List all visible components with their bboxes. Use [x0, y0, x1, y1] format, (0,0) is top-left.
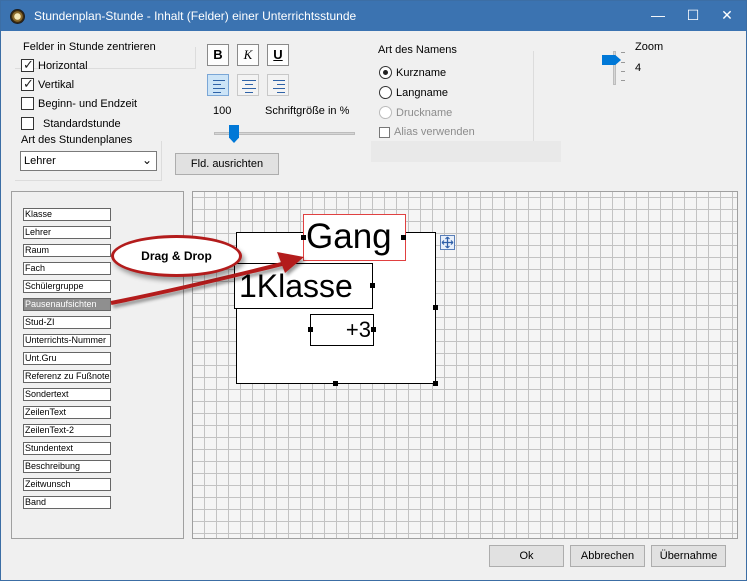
- apply-button[interactable]: Übernahme: [651, 545, 726, 567]
- underline-button[interactable]: U: [267, 44, 289, 66]
- name-type-footer: [371, 141, 561, 162]
- begin-end-label: Beginn- und Endzeit: [38, 98, 138, 110]
- klasse-field-text: 1Klasse: [239, 268, 353, 304]
- font-size-label: Schriftgröße in %: [265, 105, 350, 117]
- resize-handle[interactable]: [433, 305, 438, 310]
- bold-button[interactable]: B: [207, 44, 229, 66]
- field-item[interactable]: Stud-ZI: [23, 316, 111, 329]
- klasse-field-box[interactable]: 1Klasse: [234, 263, 373, 309]
- long-name-radio[interactable]: [379, 86, 392, 99]
- dialog-window: Stundenplan-Stunde - Inhalt (Felder) ein…: [0, 0, 747, 581]
- field-item[interactable]: Sondertext: [23, 388, 111, 401]
- short-name-radio[interactable]: [379, 66, 392, 79]
- zoom-tick: [621, 71, 625, 72]
- short-name-label: Kurzname: [396, 67, 447, 79]
- gang-field-box[interactable]: Gang: [303, 214, 406, 261]
- standard-checkbox[interactable]: [21, 117, 34, 130]
- field-item[interactable]: Fach: [23, 262, 111, 275]
- gang-field-text: Gang: [306, 217, 392, 256]
- alias-label: Alias verwenden: [394, 126, 475, 138]
- resize-handle[interactable]: [370, 283, 375, 288]
- title-bar: Stundenplan-Stunde - Inhalt (Felder) ein…: [1, 1, 746, 31]
- plan-type-select[interactable]: Lehrer ⌄: [20, 151, 157, 171]
- plan-type-value: Lehrer: [24, 155, 56, 167]
- alias-checkbox[interactable]: [379, 127, 390, 138]
- resize-handle[interactable]: [371, 327, 376, 332]
- print-name-radio[interactable]: [379, 106, 392, 119]
- resize-handle[interactable]: [433, 381, 438, 386]
- font-size-value: 100: [213, 105, 232, 117]
- zoom-tick: [621, 52, 625, 53]
- field-item[interactable]: ZeilenText-2: [23, 424, 111, 437]
- align-left-button[interactable]: [207, 74, 229, 96]
- field-item[interactable]: Pausenaufsichten: [23, 298, 111, 311]
- field-item[interactable]: ZeilenText: [23, 406, 111, 419]
- field-item[interactable]: Zeitwunsch: [23, 478, 111, 491]
- minimize-button[interactable]: —: [641, 1, 675, 31]
- maximize-button[interactable]: ☐: [676, 1, 710, 31]
- standard-label: Standardstunde: [43, 118, 121, 130]
- zoom-label: Zoom: [635, 41, 664, 53]
- vertical-label: Vertikal: [38, 79, 75, 91]
- field-item[interactable]: Band: [23, 496, 111, 509]
- field-item[interactable]: Beschreibung: [23, 460, 111, 473]
- zoom-value: 4: [635, 62, 642, 74]
- resize-handle[interactable]: [308, 327, 313, 332]
- vertical-checkbox[interactable]: [21, 76, 34, 92]
- plus-field-text: +3: [345, 317, 371, 342]
- resize-handle[interactable]: [333, 381, 338, 386]
- window-title: Stundenplan-Stunde - Inhalt (Felder) ein…: [34, 9, 357, 23]
- field-item[interactable]: Referenz zu Fußnote: [23, 370, 111, 383]
- zoom-tick: [621, 62, 625, 63]
- align-center-button[interactable]: [237, 74, 259, 96]
- long-name-label: Langname: [396, 87, 448, 99]
- zoom-tick: [621, 80, 625, 81]
- font-size-slider-thumb[interactable]: [229, 125, 239, 143]
- ok-button[interactable]: Ok: [489, 545, 564, 567]
- field-item[interactable]: Unterrichts-Nummer: [23, 334, 111, 347]
- align-fields-button[interactable]: Fld. ausrichten: [175, 153, 279, 175]
- align-right-button[interactable]: [267, 74, 289, 96]
- italic-button[interactable]: K: [237, 44, 259, 66]
- print-name-label: Druckname: [396, 107, 453, 119]
- plus-field-box[interactable]: +3: [310, 314, 374, 346]
- chevron-down-icon: ⌄: [141, 153, 152, 167]
- field-item[interactable]: Schülergruppe: [23, 280, 111, 293]
- close-button[interactable]: ✕: [710, 1, 744, 31]
- cancel-button[interactable]: Abbrechen: [570, 545, 645, 567]
- app-icon: [10, 9, 25, 24]
- resize-handle[interactable]: [301, 235, 306, 240]
- horizontal-label: Horizontal: [38, 60, 88, 72]
- resize-handle[interactable]: [401, 235, 406, 240]
- zoom-slider-thumb[interactable]: [602, 55, 621, 65]
- move-icon[interactable]: [440, 235, 455, 250]
- field-item[interactable]: Unt.Gru: [23, 352, 111, 365]
- begin-end-checkbox[interactable]: [21, 97, 34, 110]
- field-item[interactable]: Stundentext: [23, 442, 111, 455]
- drag-drop-callout: Drag & Drop: [111, 235, 242, 277]
- horizontal-checkbox[interactable]: [21, 57, 34, 73]
- field-item[interactable]: Raum: [23, 244, 111, 257]
- field-item[interactable]: Klasse: [23, 208, 111, 221]
- field-item[interactable]: Lehrer: [23, 226, 111, 239]
